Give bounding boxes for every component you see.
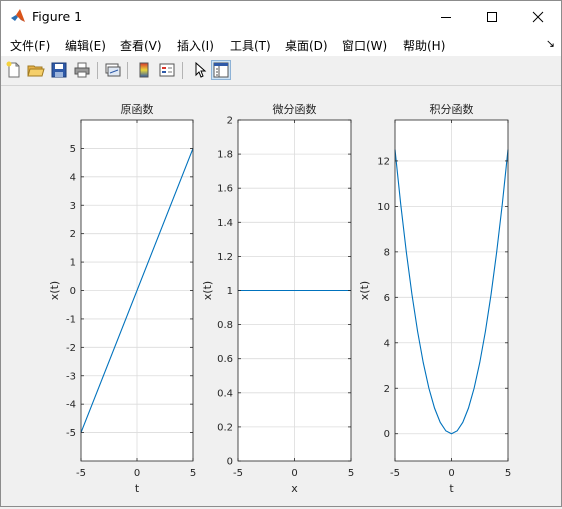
x-axis-label: t: [135, 482, 140, 495]
link-plot-icon: [105, 63, 121, 77]
axes-1: -5 0 5 -5 -4 -3 -2 -1 0 1 2 3 4 5 原函数 t x(t): [48, 103, 196, 495]
matlab-icon: [10, 8, 26, 24]
x-tick-label: 5: [348, 468, 354, 479]
print-button[interactable]: [73, 61, 91, 79]
y-tick-label: 1.8: [217, 150, 233, 161]
insert-legend-button[interactable]: [158, 61, 176, 79]
y-tick-label: 0.8: [217, 320, 233, 331]
x-axis-label: x: [291, 482, 298, 495]
save-button[interactable]: [50, 61, 68, 79]
y-axis-label: x(t): [358, 281, 371, 300]
x-tick-label: -5: [390, 468, 400, 479]
y-tick-label: 0: [70, 286, 76, 297]
y-tick-label: 2: [227, 116, 233, 127]
maximize-icon: [487, 11, 497, 22]
menu-insert[interactable]: 插入(I): [177, 37, 214, 54]
x-tick-label: -5: [233, 468, 243, 479]
toolbar-separator: [182, 62, 183, 79]
y-tick-label: -2: [66, 343, 76, 354]
y-tick-label: 0.6: [217, 354, 233, 365]
close-icon: [532, 11, 544, 22]
y-axis-label: x(t): [48, 281, 61, 300]
menu-file[interactable]: 文件(F): [10, 37, 50, 54]
y-tick-label: 1: [227, 286, 233, 297]
close-button[interactable]: [515, 1, 561, 32]
menu-tools[interactable]: 工具(T): [230, 37, 271, 54]
y-tick-label: 4: [70, 172, 76, 183]
open-file-icon: [27, 65, 45, 77]
axes-2: -5 0 500.20.40.60.811.21.41.61.82微分函数xx(t): [201, 102, 354, 495]
figure-window: Figure 1 文件(F) 编辑(E) 查看(V) 插入(I) 工具(T) 桌…: [0, 0, 562, 507]
y-tick-label: 10: [377, 202, 390, 213]
figure-toolbar: [1, 56, 561, 86]
axes-title: 积分函数: [430, 103, 474, 116]
insert-colorbar-icon: [139, 62, 149, 78]
property-inspector-button[interactable]: [211, 60, 231, 80]
y-tick-label: 5: [70, 144, 76, 155]
insert-legend-icon: [159, 63, 175, 77]
menu-view[interactable]: 查看(V): [120, 37, 162, 54]
open-file-button[interactable]: [27, 61, 45, 79]
figure-canvas: -5 0 5 -5 -4 -3 -2 -1 0 1 2 3 4 5 原函数 t x(t) -5 0 5 0 0.2 0.4 0…: [1, 86, 561, 506]
maximize-button[interactable]: [469, 1, 515, 32]
x-tick-label: 5: [505, 468, 511, 479]
edit-plot-button[interactable]: [190, 61, 208, 79]
y-tick-label: 0.4: [217, 388, 233, 399]
y-tick-label: 1.6: [217, 184, 233, 195]
y-axis-label: x(t): [201, 281, 214, 300]
edit-plot-icon: [195, 61, 207, 78]
minimize-icon: [441, 16, 451, 18]
menu-overflow-icon[interactable]: ↘: [546, 37, 555, 50]
y-tick-label: 12: [377, 156, 390, 167]
x-tick-label: -5: [76, 468, 86, 479]
plots-svg: -5 0 5-5-4-3-2-1012345原函数tx(t)-5 0 500.20.40…: [48, 102, 511, 495]
y-tick-label: 0: [384, 429, 390, 440]
menu-bar: 文件(F) 编辑(E) 查看(V) 插入(I) 工具(T) 桌面(D) 窗口(W…: [1, 32, 561, 56]
y-tick-label: 1: [70, 258, 76, 269]
y-tick-label: 1.2: [217, 252, 233, 263]
minimize-button[interactable]: [423, 1, 469, 32]
axes-title: 微分函数: [273, 102, 317, 116]
new-figure-button[interactable]: [5, 61, 23, 79]
title-bar[interactable]: Figure 1: [1, 1, 561, 32]
x-tick-label: 0: [291, 468, 297, 479]
y-tick-label: 2: [70, 229, 76, 240]
y-tick-label: -5: [66, 428, 76, 439]
x-tick-label: 0: [448, 468, 454, 479]
y-tick-label: 0.2: [217, 422, 233, 433]
save-icon: [51, 62, 67, 78]
menu-desktop[interactable]: 桌面(D): [285, 37, 328, 54]
print-icon: [74, 62, 90, 78]
y-tick-label: 0: [227, 457, 233, 468]
insert-colorbar-button[interactable]: [135, 61, 153, 79]
y-tick-label: 8: [384, 247, 390, 258]
y-tick-label: 1.4: [217, 218, 233, 229]
x-axis-label: t: [449, 482, 454, 495]
menu-help[interactable]: 帮助(H): [403, 37, 445, 54]
y-tick-label: 2: [384, 384, 390, 395]
y-tick-label: 4: [384, 338, 390, 349]
toolbar-separator: [97, 62, 98, 79]
x-tick-label: 0: [134, 468, 140, 479]
window-title: Figure 1: [32, 9, 83, 24]
y-tick-label: -1: [66, 314, 76, 325]
y-tick-label: -3: [66, 371, 76, 382]
toolbar-separator: [127, 62, 128, 79]
menu-edit[interactable]: 编辑(E): [65, 37, 106, 54]
axes-title: 原函数: [121, 103, 154, 116]
y-tick-label: 3: [70, 201, 76, 212]
y-tick-label: -4: [66, 400, 76, 411]
new-figure-icon: [6, 61, 20, 78]
y-tick-label: 6: [384, 293, 390, 304]
link-plot-button[interactable]: [104, 61, 122, 79]
menu-window[interactable]: 窗口(W): [342, 37, 387, 54]
axes-3: -5 0 5 0 2 4 6 8 10 12 积分函数 t x(t): [358, 103, 511, 495]
x-tick-label: 5: [190, 468, 196, 479]
property-inspector-icon: [213, 62, 229, 78]
